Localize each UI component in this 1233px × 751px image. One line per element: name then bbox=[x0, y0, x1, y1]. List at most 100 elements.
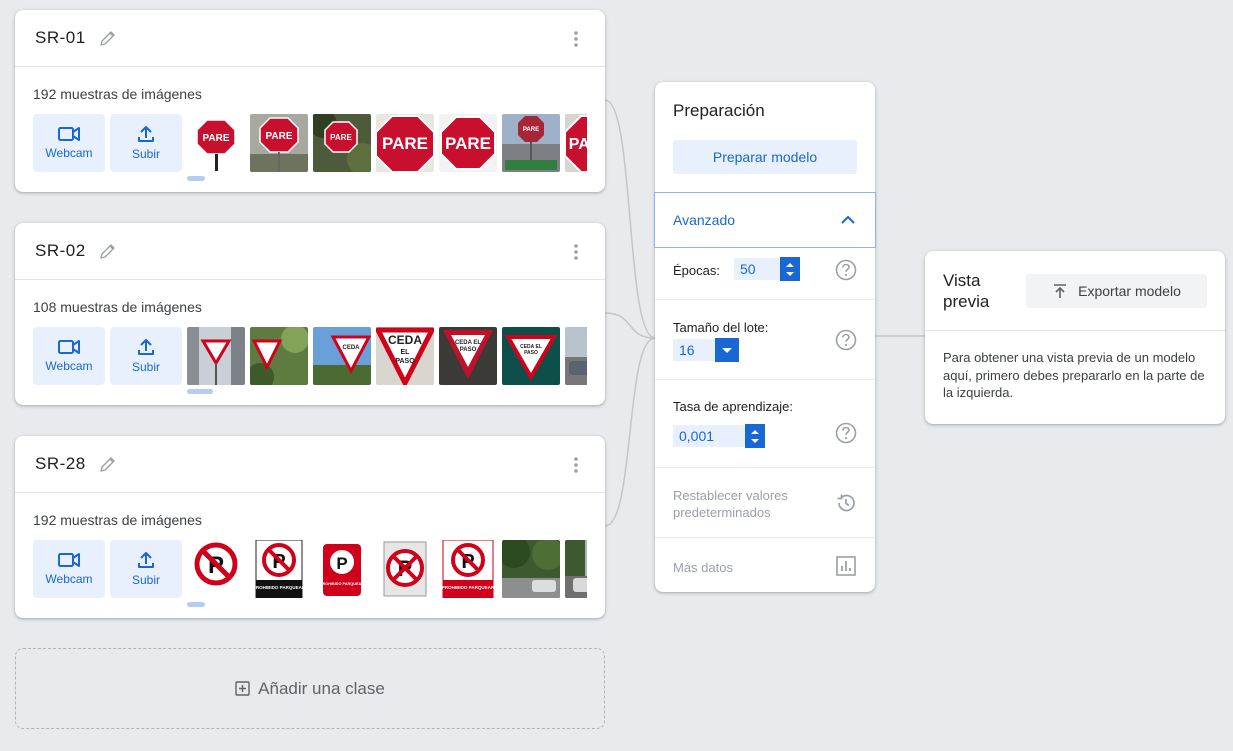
advanced-toggle[interactable]: Avanzado bbox=[654, 192, 876, 248]
train-model-button[interactable]: Preparar modelo bbox=[673, 140, 857, 174]
bar-chart-icon bbox=[836, 556, 856, 576]
sample-thumbnail[interactable]: PARE bbox=[250, 114, 308, 172]
sample-thumbnail[interactable] bbox=[250, 327, 308, 385]
sign-text: CEDA bbox=[388, 333, 422, 347]
sample-thumbnail[interactable]: CEDA EL PASO bbox=[439, 327, 497, 385]
divider bbox=[925, 330, 1225, 331]
class-card-header: SR-01 bbox=[15, 10, 605, 67]
sample-thumbnail[interactable]: PARE bbox=[502, 114, 560, 172]
sample-thumbnail[interactable]: PARE bbox=[439, 114, 497, 172]
sign-text: PARE bbox=[445, 134, 491, 153]
sample-thumbnail[interactable]: CEDA EL PASO bbox=[502, 327, 560, 385]
upload-button[interactable]: Subir bbox=[110, 327, 182, 385]
more-vert-icon[interactable] bbox=[567, 243, 585, 261]
sample-thumbnail[interactable]: PARE bbox=[187, 114, 245, 172]
sample-thumbnail[interactable]: P bbox=[376, 540, 434, 598]
upload-label: Subir bbox=[131, 360, 160, 374]
sample-thumbnail[interactable] bbox=[565, 540, 587, 598]
epochs-value[interactable]: 50 bbox=[734, 258, 780, 280]
export-model-button[interactable]: Exportar modelo bbox=[1026, 274, 1207, 308]
sample-thumbnail[interactable]: PARE bbox=[313, 114, 371, 172]
sign-text: CEDA bbox=[342, 345, 360, 351]
class-card-sr-28: SR-28 192 muestras de imágenes Webcam Su… bbox=[15, 436, 605, 618]
batch-size-label: Tamaño del lote: bbox=[673, 320, 769, 335]
upload-icon bbox=[138, 552, 154, 568]
learning-rate-stepper[interactable]: 0,001 bbox=[673, 424, 765, 448]
dropdown-arrow-icon[interactable] bbox=[715, 338, 739, 362]
stepper-arrows-icon[interactable] bbox=[780, 257, 800, 281]
sample-thumbnail[interactable] bbox=[187, 327, 245, 385]
scroll-indicator[interactable] bbox=[187, 602, 205, 607]
epochs-label: Épocas: bbox=[673, 263, 720, 278]
sign-text: PASO bbox=[395, 358, 415, 365]
pencil-icon[interactable] bbox=[98, 454, 118, 474]
class-card-header: SR-02 bbox=[15, 223, 605, 280]
sign-text: PROHIBIDO PARQUEAR bbox=[253, 585, 306, 590]
class-name[interactable]: SR-02 bbox=[35, 241, 86, 261]
thumbnail-strip[interactable]: PARE PARE PARE PARE PARE PARE PA bbox=[187, 114, 587, 184]
class-name[interactable]: SR-01 bbox=[35, 28, 86, 48]
videocam-icon bbox=[58, 340, 80, 354]
batch-size-value[interactable]: 16 bbox=[673, 339, 715, 361]
sign-text: PROHIBIDO PARQUEAR bbox=[442, 585, 495, 590]
scroll-indicator[interactable] bbox=[187, 176, 205, 181]
webcam-button[interactable]: Webcam bbox=[33, 114, 105, 172]
upload-icon bbox=[138, 126, 154, 142]
webcam-label: Webcam bbox=[45, 572, 93, 586]
history-icon bbox=[837, 494, 855, 512]
sign-text: PARE bbox=[523, 127, 539, 133]
add-class-button[interactable]: Añadir una clase bbox=[15, 648, 605, 729]
sample-count: 192 muestras de imágenes bbox=[33, 86, 202, 102]
videocam-icon bbox=[58, 127, 80, 141]
svg-text:P: P bbox=[336, 554, 347, 573]
thumbnail-strip[interactable]: P P PROHIBIDO PARQUEAR P PROHIBIDO PARQUEA… bbox=[187, 540, 587, 610]
learning-rate-label: Tasa de aprendizaje: bbox=[673, 399, 793, 414]
sample-thumbnail[interactable] bbox=[565, 327, 587, 385]
videocam-icon bbox=[58, 553, 80, 567]
help-icon[interactable] bbox=[835, 259, 857, 281]
sample-thumbnail[interactable]: PAR bbox=[565, 114, 587, 172]
pencil-icon[interactable] bbox=[98, 241, 118, 261]
webcam-button[interactable]: Webcam bbox=[33, 327, 105, 385]
sample-thumbnail[interactable]: PPROHIBIDO PARQUEAR bbox=[250, 540, 308, 598]
sample-count: 192 muestras de imágenes bbox=[33, 512, 202, 528]
epochs-stepper[interactable]: 50 bbox=[734, 257, 800, 281]
reset-defaults-row[interactable]: Restablecer valores predeterminados bbox=[655, 468, 875, 538]
scroll-indicator[interactable] bbox=[187, 389, 213, 394]
preview-message: Para obtener una vista previa de un mode… bbox=[943, 350, 1205, 400]
add-box-icon bbox=[235, 681, 250, 696]
sign-text: PARE bbox=[382, 134, 428, 153]
sample-thumbnail[interactable]: PPROHIBIDO PARQUEAR bbox=[313, 540, 371, 598]
upload-button[interactable]: Subir bbox=[110, 540, 182, 598]
more-data-row[interactable]: Más datos bbox=[655, 538, 875, 592]
webcam-button[interactable]: Webcam bbox=[33, 540, 105, 598]
stepper-arrows-icon[interactable] bbox=[745, 424, 765, 448]
sample-thumbnail[interactable]: PARE bbox=[376, 114, 434, 172]
reset-defaults-label: Restablecer valores predeterminados bbox=[673, 488, 788, 520]
add-class-label: Añadir una clase bbox=[258, 678, 385, 698]
class-name[interactable]: SR-28 bbox=[35, 454, 86, 474]
sample-thumbnail[interactable] bbox=[502, 540, 560, 598]
batch-size-row: Tamaño del lote: 16 bbox=[655, 300, 875, 380]
upload-label: Subir bbox=[131, 573, 160, 587]
batch-size-dropdown[interactable]: 16 bbox=[673, 338, 739, 362]
pencil-icon[interactable] bbox=[98, 28, 118, 48]
thumbnail-strip[interactable]: CEDA CEDA EL PASO CEDA EL PASO CEDA EL PASO bbox=[187, 327, 587, 397]
learning-rate-value[interactable]: 0,001 bbox=[673, 425, 745, 447]
upload-label: Subir bbox=[131, 147, 160, 161]
help-icon[interactable] bbox=[835, 422, 857, 444]
sign-text: PASO bbox=[524, 350, 538, 356]
sample-thumbnail[interactable]: P bbox=[187, 540, 245, 598]
advanced-label: Avanzado bbox=[673, 212, 736, 228]
sample-thumbnail[interactable]: PPROHIBIDO PARQUEAR bbox=[439, 540, 497, 598]
sample-thumbnail[interactable]: CEDA bbox=[313, 327, 371, 385]
more-vert-icon[interactable] bbox=[567, 456, 585, 474]
chevron-up-icon bbox=[841, 215, 855, 224]
sample-thumbnail[interactable]: CEDA EL PASO bbox=[376, 327, 434, 385]
upload-button[interactable]: Subir bbox=[110, 114, 182, 172]
sign-text: PARE bbox=[265, 131, 292, 142]
sample-count: 108 muestras de imágenes bbox=[33, 299, 202, 315]
more-vert-icon[interactable] bbox=[567, 30, 585, 48]
epochs-row: Épocas: 50 bbox=[655, 248, 875, 300]
help-icon[interactable] bbox=[835, 329, 857, 351]
